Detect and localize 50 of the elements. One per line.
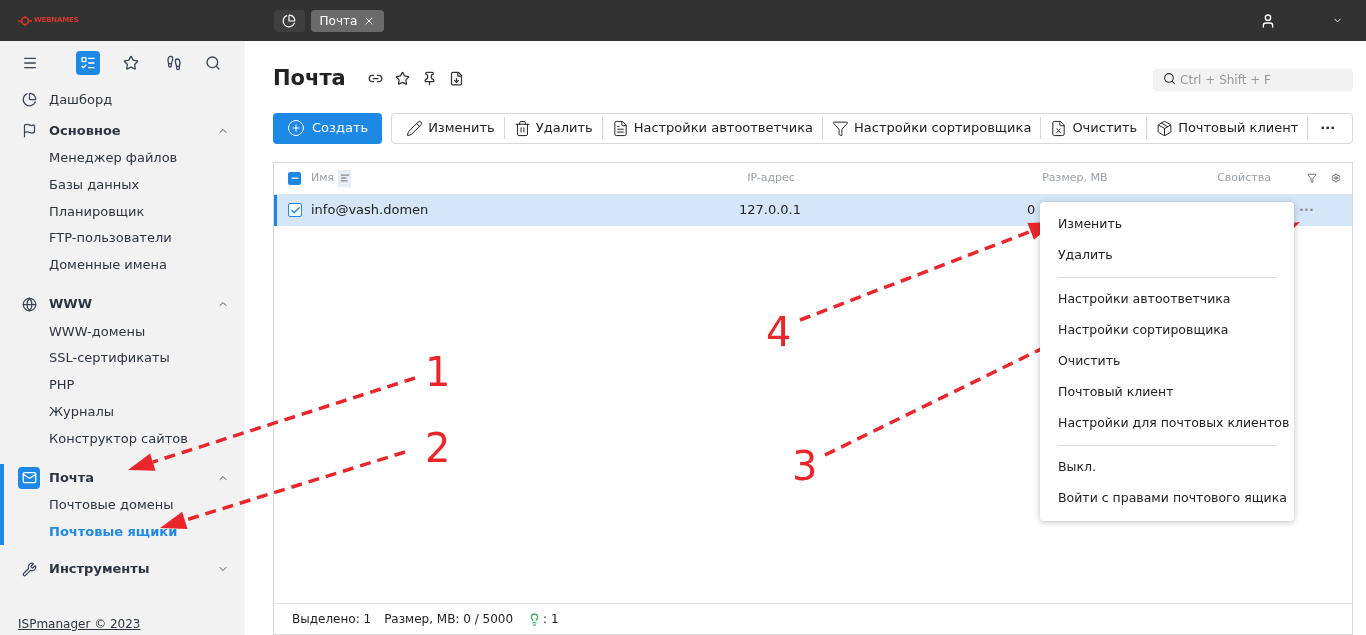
nav-subitem[interactable]: WWW-домены: [0, 318, 245, 345]
nav-label: Почта: [49, 468, 95, 487]
nav-label: Основное: [49, 122, 121, 140]
nav-label: WWW: [49, 295, 93, 314]
nav-label: Инструменты: [49, 560, 150, 579]
nav-label: Дашборд: [49, 91, 113, 109]
menu-item[interactable]: Настройки автоответчика: [1040, 284, 1294, 315]
nav-subitem[interactable]: FTP-пользователи: [0, 224, 245, 252]
menu-item[interactable]: Удалить: [1040, 240, 1294, 271]
page-title: Почта: [273, 65, 346, 92]
nav-item[interactable]: Дашборд: [0, 85, 245, 114]
menu-item[interactable]: Почтовый клиент: [1040, 377, 1294, 408]
table-cell-text: 127.0.0.1: [739, 201, 803, 220]
toolbar-button[interactable]: Настройки автоответчика: [602, 117, 824, 139]
toolbar-button[interactable]: Очистить: [1041, 117, 1148, 139]
menu-item[interactable]: Выкл.: [1040, 452, 1294, 483]
nav-subitem[interactable]: PHP: [0, 371, 245, 399]
nav-subitem[interactable]: Базы данных: [0, 171, 245, 199]
nav-subitem[interactable]: Доменные имена: [0, 251, 245, 279]
nav-subitem[interactable]: Планировщик: [0, 198, 245, 225]
menu-item[interactable]: Настройки для почтовых клиентов: [1040, 408, 1294, 439]
status-text: : 1: [543, 611, 559, 628]
search-field[interactable]: Ctrl + Shift + F: [1153, 68, 1354, 91]
table-cell-text: info@vash.domen: [311, 201, 430, 220]
nav-subitem[interactable]: Менеджер файлов: [0, 144, 245, 172]
nav-item[interactable]: WWW: [0, 290, 245, 319]
copyright-link[interactable]: ISPmanager © 2023: [18, 617, 141, 631]
toolbar-button[interactable]: Удалить: [504, 117, 603, 139]
annotation-number: 3: [792, 446, 818, 486]
nav-subitem[interactable]: Почтовые домены: [0, 491, 245, 519]
menu-item[interactable]: Настройки сортировщика: [1040, 315, 1294, 346]
nav-subitem[interactable]: Конструктор сайтов: [0, 424, 245, 452]
menu-item[interactable]: Войти с правами почтового ящика: [1040, 483, 1294, 514]
nav-item[interactable]: Основное: [0, 116, 245, 145]
status-text: Выделено: 1: [292, 611, 372, 628]
annotation-number: 4: [766, 312, 792, 352]
nav-item[interactable]: Инструменты: [0, 555, 245, 583]
annotation-number: 2: [425, 428, 451, 468]
page-tab[interactable]: Почта: [310, 9, 385, 32]
status-text: Размер, MB: 0 / 5000: [384, 611, 514, 628]
menu-item[interactable]: Очистить: [1040, 346, 1294, 377]
annotation-number: 1: [425, 352, 451, 392]
toolbar-button[interactable]: Почтовый клиент: [1147, 117, 1309, 139]
create-button[interactable]: Создать: [273, 112, 383, 144]
toolbar-button[interactable]: Изменить: [397, 117, 505, 139]
table-cell-text: 0: [1027, 201, 1037, 220]
toolbar-button[interactable]: Настройки сортировщика: [823, 117, 1042, 139]
nav-subitem[interactable]: SSL-сертификаты: [0, 344, 245, 372]
nav-subitem[interactable]: Журналы: [0, 398, 245, 425]
more-button[interactable]: ···: [1308, 113, 1348, 143]
